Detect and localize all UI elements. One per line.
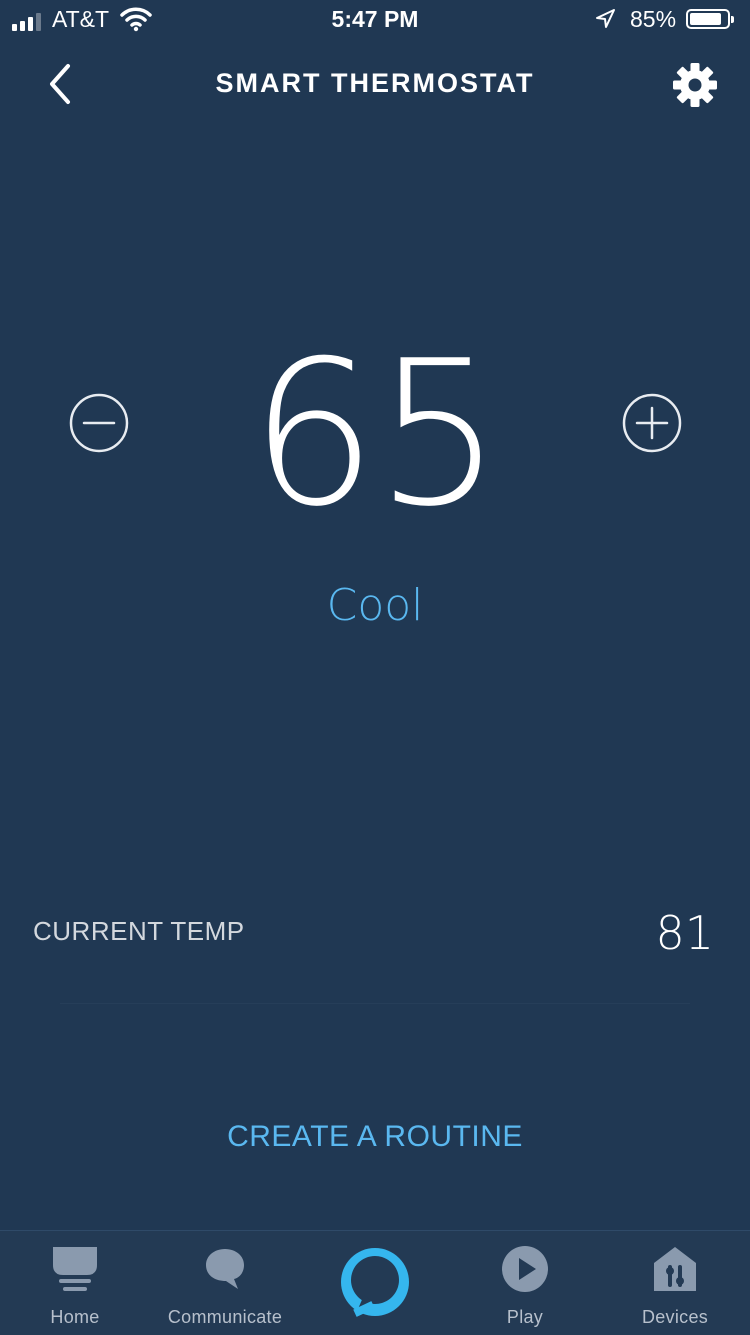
location-arrow-icon [594, 8, 616, 36]
settings-button[interactable] [670, 60, 720, 110]
status-bar: AT&T 5:47 PM 85% [0, 0, 750, 40]
play-icon [501, 1245, 549, 1298]
tab-label: Devices [641, 1307, 709, 1327]
tab-label: Play [506, 1307, 544, 1327]
increase-temperature-button[interactable] [621, 392, 683, 454]
tab-home[interactable]: Home [0, 1231, 150, 1335]
chat-bubble-icon [202, 1245, 248, 1298]
current-temp-label: CURRENT TEMP [33, 916, 245, 946]
current-temp-value: 81 [655, 906, 714, 960]
battery-percentage: 85% [630, 6, 677, 32]
plus-circle-icon [622, 393, 682, 453]
alexa-icon [341, 1248, 409, 1317]
home-icon [51, 1245, 99, 1298]
alexa-button[interactable] [338, 1245, 412, 1319]
page-title: SMART THERMOSTAT [215, 68, 535, 98]
devices-icon [651, 1245, 699, 1298]
divider [60, 1003, 690, 1004]
tab-label: Home [50, 1307, 100, 1327]
tab-bar: Home Communicate Play Devices [0, 1230, 750, 1335]
tab-play[interactable]: Play [450, 1231, 600, 1335]
tab-label: Communicate [167, 1307, 283, 1327]
create-routine-link[interactable]: CREATE A ROUTINE [0, 1120, 750, 1154]
tab-devices[interactable]: Devices [600, 1231, 750, 1335]
thermostat-mode[interactable]: Cool [0, 580, 750, 631]
gear-icon [673, 63, 717, 107]
battery-icon [686, 9, 734, 29]
tab-communicate[interactable]: Communicate [150, 1231, 300, 1335]
